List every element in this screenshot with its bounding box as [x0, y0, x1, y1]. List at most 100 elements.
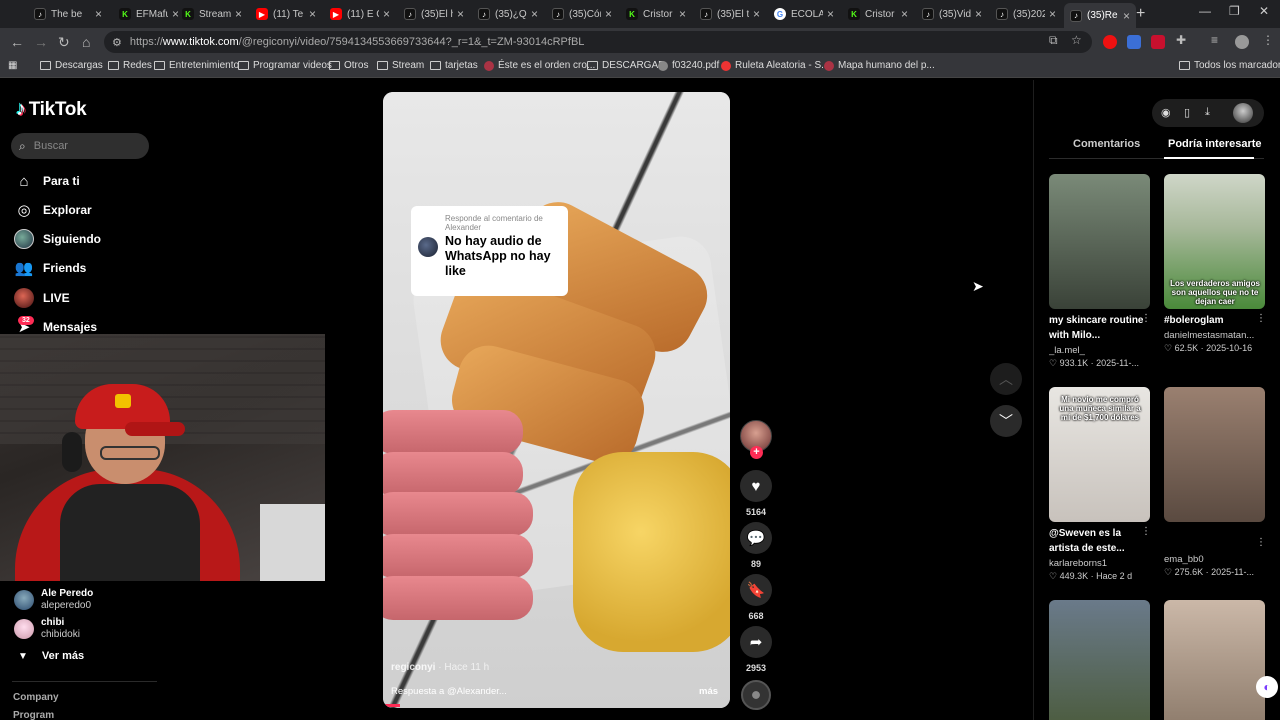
device-icon[interactable]: ▯ [1184, 106, 1190, 119]
close-tab-icon[interactable]: × [95, 7, 102, 21]
close-tab-icon[interactable]: × [309, 7, 316, 21]
minimize-button[interactable]: — [1199, 4, 1211, 18]
video-thumbnail[interactable] [1049, 600, 1150, 720]
next-video-button[interactable]: ﹀ [990, 405, 1022, 437]
tiktok-logo[interactable]: ♪ TikTok [16, 98, 87, 121]
site-info-icon[interactable]: ⚙ [112, 36, 122, 49]
more-options-icon[interactable]: ⋮ [1256, 537, 1266, 548]
more-options-icon[interactable]: ⋮ [1256, 313, 1266, 324]
close-tab-icon[interactable]: × [901, 7, 908, 21]
share-button[interactable]: ➦ [740, 626, 772, 658]
browser-tab[interactable]: ▶ (11) Te × [250, 3, 322, 25]
follow-plus-icon[interactable]: + [750, 446, 763, 459]
tab-podria-interesarte[interactable]: Podría interesarte [1168, 138, 1262, 150]
close-tab-icon[interactable]: × [827, 7, 834, 21]
bookmark-item[interactable]: Ruleta Aleatoria - S... [721, 60, 830, 71]
bookmark-item[interactable]: Redes [108, 60, 152, 71]
video-thumbnail[interactable]: Mi novio me compró una muñeca similar a … [1049, 387, 1150, 522]
browser-tab[interactable]: ▶ (11) E C × [324, 3, 396, 25]
reload-icon[interactable]: ↻ [58, 34, 70, 51]
search-input[interactable]: ⌕ Buscar [11, 133, 149, 159]
close-tab-icon[interactable]: × [679, 7, 686, 21]
close-tab-icon[interactable]: × [383, 7, 390, 21]
forward-icon[interactable]: → [34, 34, 48, 50]
bookmark-item[interactable]: Mapa humano del p... [824, 60, 935, 71]
extensions-puzzle-icon[interactable]: ✚ [1176, 33, 1186, 47]
following-account-1[interactable]: Ale Peredo aleperedo0 [14, 588, 93, 612]
close-tab-icon[interactable]: × [1123, 9, 1130, 23]
bookmark-item[interactable]: Otros [329, 60, 368, 71]
card-caption[interactable]: #boleroglam [1164, 313, 1259, 328]
video-author[interactable]: regiconyi · Hace 11 h [391, 662, 489, 673]
card-author[interactable]: danielmestasmatan... [1164, 330, 1264, 341]
browser-tab[interactable]: ♪ (35)202 × [990, 3, 1062, 25]
translate-extension-icon[interactable] [1127, 35, 1141, 49]
browser-tab[interactable]: K Cristor × [842, 3, 914, 25]
browser-tab[interactable]: ♪ (35)Re × [1064, 3, 1136, 28]
close-window-button[interactable]: ✕ [1259, 4, 1269, 18]
apps-grid-icon[interactable]: ▦ [8, 60, 17, 71]
caption-more-button[interactable]: más [699, 686, 718, 697]
card-author[interactable]: karlareborns1 [1049, 558, 1149, 569]
profile-avatar-icon[interactable] [1235, 35, 1249, 49]
browser-tab[interactable]: ♪ (35)El t × [694, 3, 766, 25]
footer-link-program[interactable]: Program [13, 710, 54, 720]
sidebar-item-siguiendo[interactable]: Siguiendo [14, 229, 101, 249]
video-thumbnail[interactable] [1049, 174, 1150, 309]
back-icon[interactable]: ← [10, 34, 24, 50]
bookmark-item[interactable]: Entretenimiento [154, 60, 239, 71]
video-thumbnail[interactable]: Los verdaderos amigos son aquellos que n… [1164, 174, 1265, 309]
browser-tab[interactable]: K EFMafu × [113, 3, 185, 25]
card-caption[interactable]: my skincare routine with Milo... [1049, 313, 1144, 343]
more-options-icon[interactable]: ⋮ [1141, 313, 1151, 324]
previous-video-button[interactable]: ︿ [990, 363, 1022, 395]
extension-m-icon[interactable] [1151, 35, 1165, 49]
close-tab-icon[interactable]: × [531, 7, 538, 21]
browser-tab[interactable]: ♪ (35)Vid × [916, 3, 988, 25]
browser-tab[interactable]: ♪ The be × [28, 3, 108, 25]
cast-icon[interactable]: ⧉ [1049, 33, 1058, 48]
browser-tab[interactable]: ♪ (35)Cór × [546, 3, 618, 25]
like-button[interactable]: ♥ [740, 470, 772, 502]
close-tab-icon[interactable]: × [975, 7, 982, 21]
see-more-button[interactable]: ▼ Ver más [18, 650, 84, 662]
save-button[interactable]: 🔖 [740, 574, 772, 606]
bookmark-item[interactable]: Descargas [40, 60, 103, 71]
close-tab-icon[interactable]: × [753, 7, 760, 21]
card-caption[interactable]: @Sweven es la artista de este... [1049, 526, 1144, 556]
browser-tab[interactable]: ♪ (35)¿Q × [472, 3, 544, 25]
address-bar[interactable]: ⚙ https://www.tiktok.com/@regiconyi/vide… [104, 31, 1092, 53]
download-icon[interactable]: ⤓ [1205, 106, 1210, 119]
tab-comentarios[interactable]: Comentarios [1073, 138, 1140, 150]
floating-extension-icon[interactable]: ◐ [1256, 676, 1278, 698]
sidebar-item-friends[interactable]: 👥 Friends [14, 258, 87, 278]
bookmark-item[interactable]: DESCARGAR [587, 60, 665, 71]
all-bookmarks-folder[interactable]: Todos los marcadores [1179, 60, 1280, 71]
close-tab-icon[interactable]: × [1049, 7, 1056, 21]
bookmark-item[interactable]: tarjetas [430, 60, 478, 71]
sidebar-item-explorar[interactable]: ◎ Explorar [14, 200, 91, 220]
browser-tab[interactable]: K Stream × [176, 3, 248, 25]
sidebar-item-live[interactable]: LIVE [14, 288, 70, 308]
close-tab-icon[interactable]: × [235, 7, 242, 21]
video-thumbnail[interactable] [1164, 387, 1265, 522]
close-tab-icon[interactable]: × [457, 7, 464, 21]
coin-icon[interactable]: ◉ [1161, 106, 1171, 119]
sidebar-item-para-ti[interactable]: ⌂ Para ti [14, 171, 79, 191]
more-options-icon[interactable]: ⋮ [1141, 526, 1151, 537]
browser-tab[interactable]: G ECOLA × [768, 3, 840, 25]
bookmark-item[interactable]: f03240.pdf [658, 60, 719, 71]
video-progress-bar[interactable] [383, 704, 401, 707]
card-author[interactable]: _la.mel_ [1049, 345, 1149, 356]
footer-link-company[interactable]: Company [13, 692, 59, 703]
media-controls-icon[interactable]: ≡ [1211, 33, 1218, 47]
browser-tab[interactable]: ♪ (35)El h × [398, 3, 470, 25]
profile-avatar[interactable] [1233, 103, 1253, 123]
comment-button[interactable]: 💬 [740, 522, 772, 554]
close-tab-icon[interactable]: × [605, 7, 612, 21]
card-author[interactable]: ema_bb0 [1164, 554, 1264, 565]
new-tab-button[interactable]: + [1136, 5, 1145, 23]
chrome-menu-icon[interactable]: ⋮ [1262, 33, 1274, 47]
bookmark-item[interactable]: Programar videos [238, 60, 332, 71]
bookmark-item[interactable]: Stream [377, 60, 424, 71]
